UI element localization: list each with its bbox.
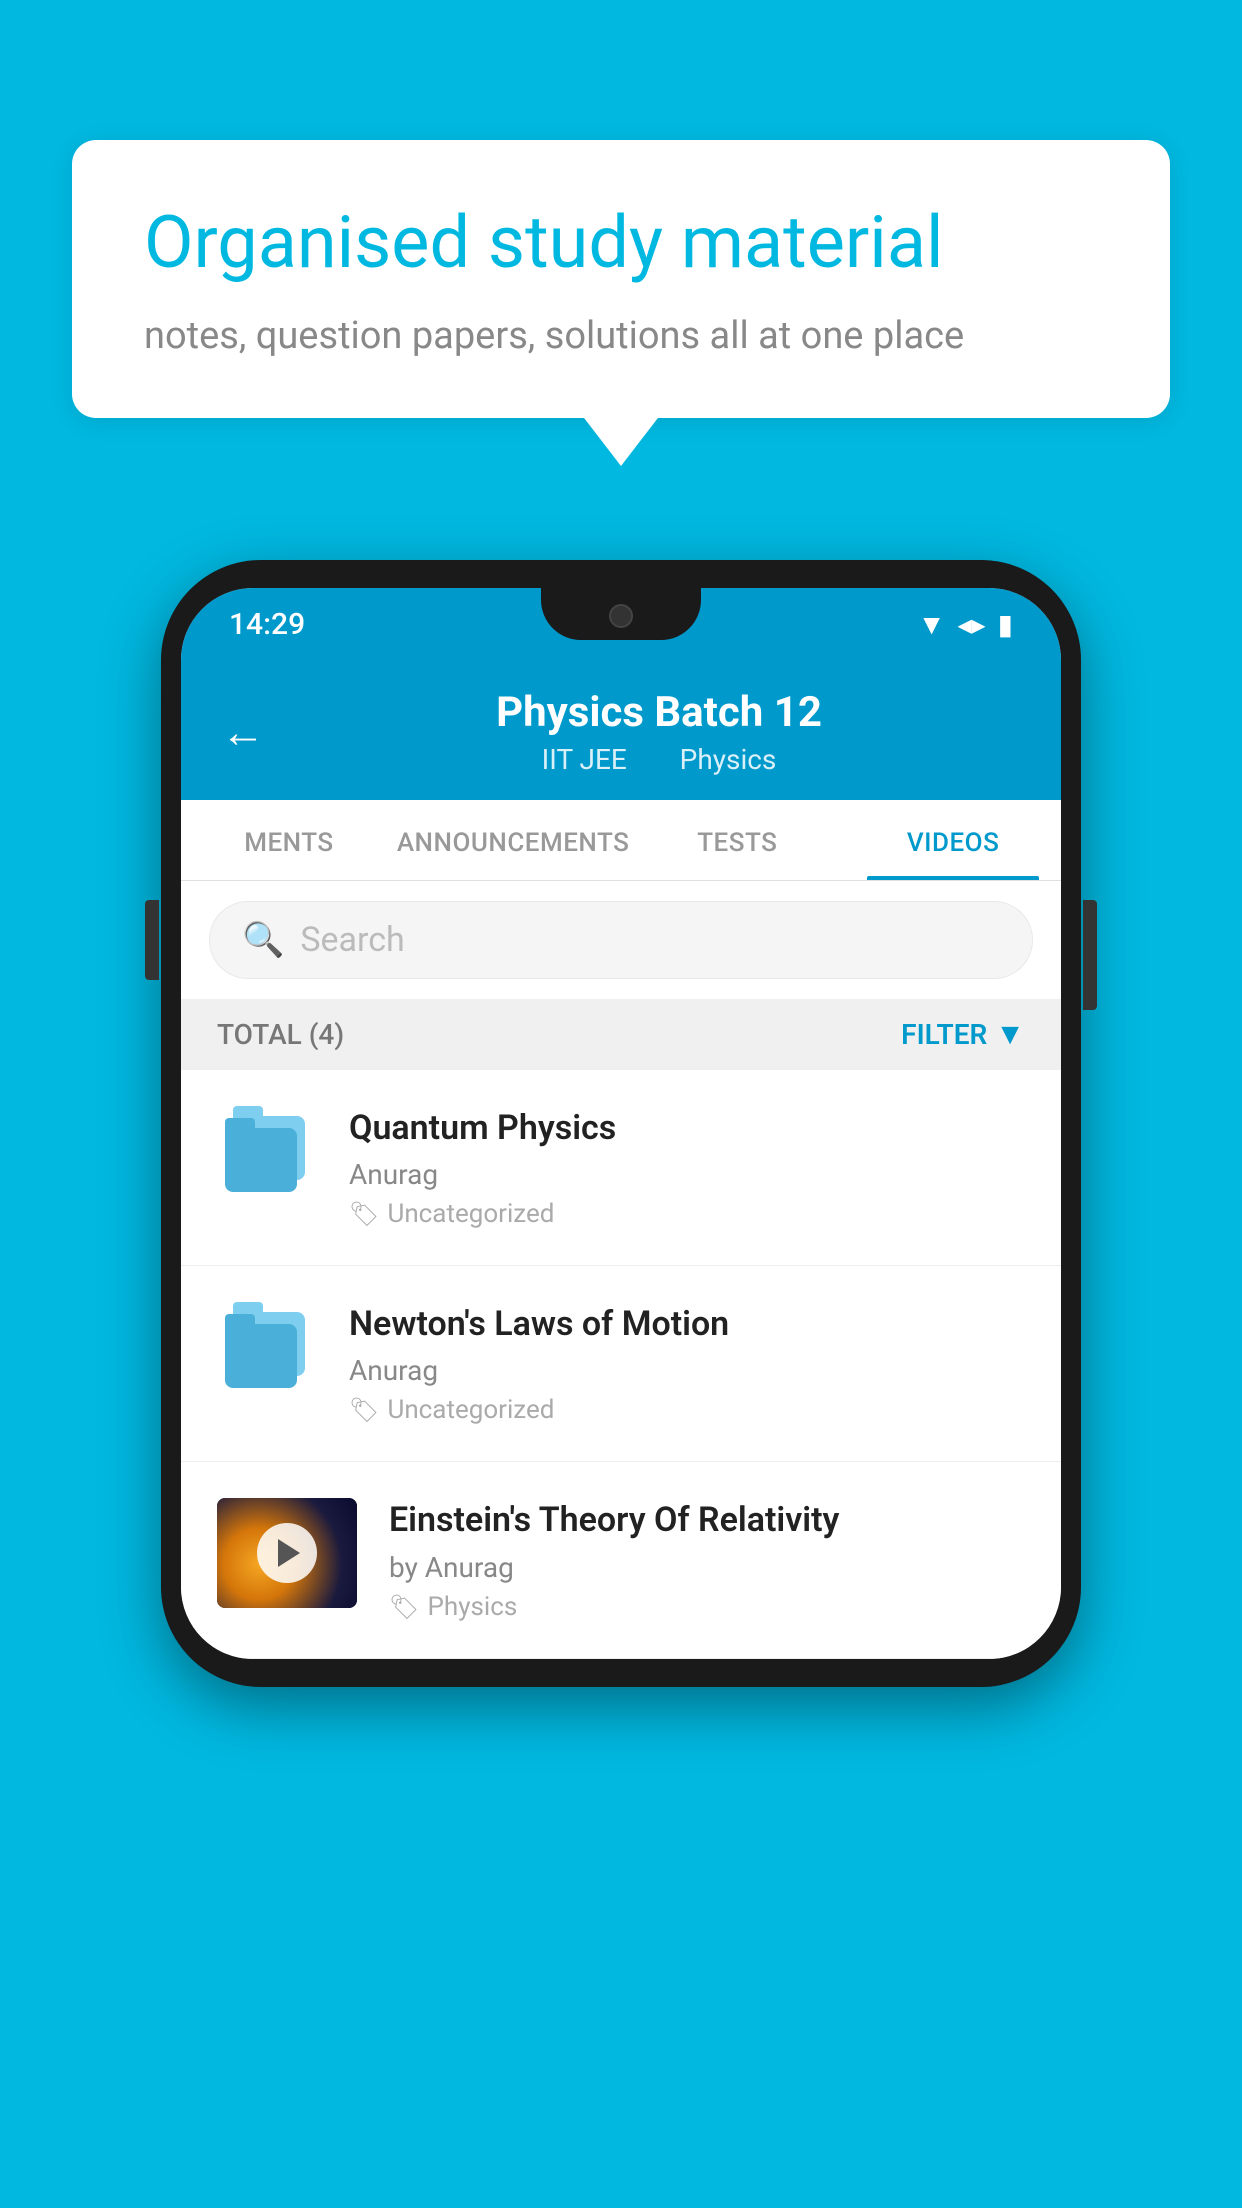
video-tag: 🏷 Physics [389, 1592, 1025, 1622]
folder-double-icon [225, 1312, 309, 1392]
tab-announcements[interactable]: ANNOUNCEMENTS [397, 800, 630, 880]
subtitle-divider [650, 743, 664, 776]
subtitle-physics: Physics [680, 743, 777, 776]
status-bar: 14:29 ▼ ◂▸ ▮ [181, 588, 1061, 660]
video-list: Quantum Physics Anurag 🏷 Uncategorized [181, 1070, 1061, 1659]
front-camera [609, 604, 633, 628]
subtitle-iit: IIT JEE [542, 743, 627, 776]
list-item[interactable]: Einstein's Theory Of Relativity by Anura… [181, 1462, 1061, 1658]
search-icon: 🔍 [242, 920, 284, 960]
list-item[interactable]: Quantum Physics Anurag 🏷 Uncategorized [181, 1070, 1061, 1266]
signal-icon: ◂▸ [957, 608, 985, 641]
tag-icon: 🏷 [349, 1200, 379, 1228]
video-info-1: Quantum Physics Anurag 🏷 Uncategorized [349, 1106, 1025, 1229]
tab-videos[interactable]: VIDEOS [845, 800, 1061, 880]
tab-ments[interactable]: MENTS [181, 800, 397, 880]
tag-icon: 🏷 [389, 1593, 419, 1621]
phone-notch [541, 588, 701, 640]
phone-outer-shell: 14:29 ▼ ◂▸ ▮ ← Physics Batch 12 IIT JEE … [161, 560, 1081, 1687]
app-header: ← Physics Batch 12 IIT JEE Physics [181, 660, 1061, 800]
play-triangle-icon [278, 1539, 300, 1567]
speech-bubble-section: Organised study material notes, question… [72, 140, 1170, 418]
phone-screen: 14:29 ▼ ◂▸ ▮ ← Physics Batch 12 IIT JEE … [181, 588, 1061, 1659]
video-info-2: Newton's Laws of Motion Anurag 🏷 Uncateg… [349, 1302, 1025, 1425]
bubble-subtitle: notes, question papers, solutions all at… [144, 314, 1098, 358]
battery-icon: ▮ [998, 608, 1013, 641]
video-author: by Anurag [389, 1551, 1025, 1584]
tag-label: Physics [427, 1592, 517, 1622]
video-tag: 🏷 Uncategorized [349, 1199, 1025, 1229]
tag-label: Uncategorized [387, 1199, 554, 1229]
video-thumbnail-3 [217, 1498, 357, 1608]
filter-icon: ▼ [995, 1017, 1025, 1052]
video-title: Quantum Physics [349, 1106, 1025, 1150]
wifi-icon: ▼ [918, 608, 946, 641]
video-title: Einstein's Theory Of Relativity [389, 1498, 1025, 1542]
video-tag: 🏷 Uncategorized [349, 1395, 1025, 1425]
video-author: Anurag [349, 1158, 1025, 1191]
tab-tests[interactable]: TESTS [629, 800, 845, 880]
search-input[interactable]: Search [300, 920, 404, 960]
total-count: TOTAL (4) [217, 1018, 344, 1051]
list-item[interactable]: Newton's Laws of Motion Anurag 🏷 Uncateg… [181, 1266, 1061, 1462]
folder-double-icon [225, 1116, 309, 1196]
filter-label: FILTER [901, 1018, 987, 1051]
tabs-bar: MENTS ANNOUNCEMENTS TESTS VIDEOS [181, 800, 1061, 881]
filter-bar: TOTAL (4) FILTER ▼ [181, 999, 1061, 1070]
back-button[interactable]: ← [221, 710, 265, 754]
folder-front [225, 1324, 297, 1388]
search-container: 🔍 Search [181, 881, 1061, 999]
folder-icon-wrap-2 [217, 1302, 317, 1402]
video-title: Newton's Laws of Motion [349, 1302, 1025, 1346]
filter-button[interactable]: FILTER ▼ [901, 1017, 1025, 1052]
folder-icon-wrap-1 [217, 1106, 317, 1206]
folder-front [225, 1128, 297, 1192]
batch-title: Physics Batch 12 [297, 688, 1021, 737]
tag-icon: 🏷 [349, 1396, 379, 1424]
phone-mockup: 14:29 ▼ ◂▸ ▮ ← Physics Batch 12 IIT JEE … [161, 560, 1081, 1687]
header-center: Physics Batch 12 IIT JEE Physics [297, 688, 1021, 776]
speech-bubble-card: Organised study material notes, question… [72, 140, 1170, 418]
bubble-title: Organised study material [144, 200, 1098, 286]
video-author: Anurag [349, 1354, 1025, 1387]
batch-subtitle: IIT JEE Physics [297, 743, 1021, 776]
status-time: 14:29 [229, 607, 305, 642]
play-button[interactable] [257, 1523, 317, 1583]
status-icons: ▼ ◂▸ ▮ [918, 608, 1013, 641]
video-info-3: Einstein's Theory Of Relativity by Anura… [389, 1498, 1025, 1621]
tag-label: Uncategorized [387, 1395, 554, 1425]
search-bar[interactable]: 🔍 Search [209, 901, 1033, 979]
